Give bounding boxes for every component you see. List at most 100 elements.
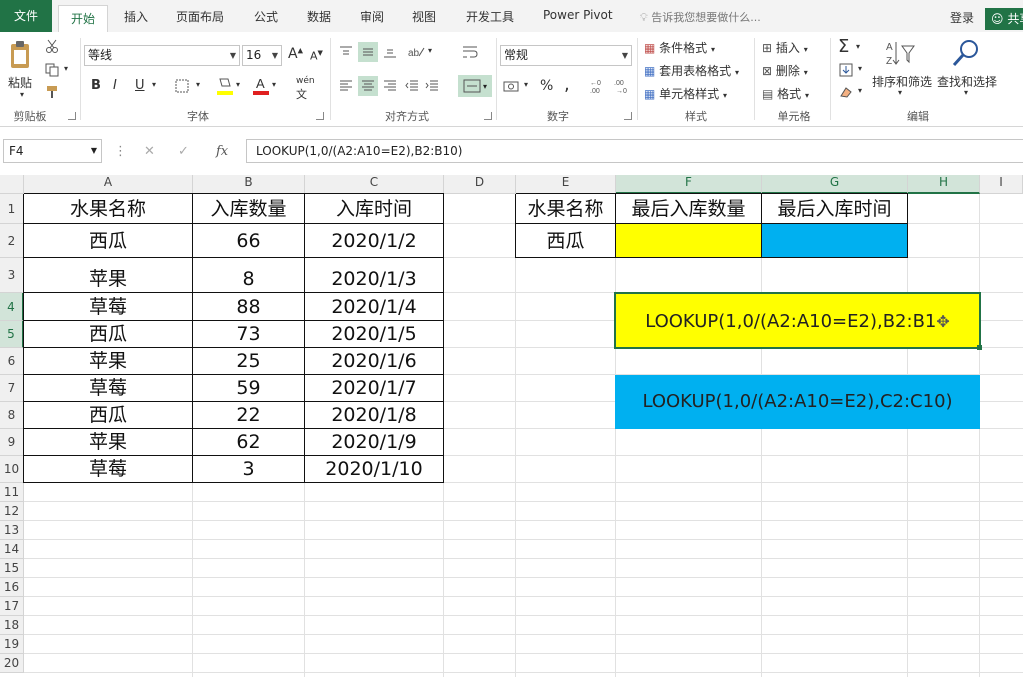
table-cell[interactable]: 25: [193, 348, 305, 375]
orientation-dropdown-icon[interactable]: ▾: [428, 46, 432, 55]
shrink-font-button[interactable]: A▼: [310, 49, 323, 63]
find-select-icon[interactable]: [950, 38, 982, 68]
fill-handle[interactable]: [977, 345, 982, 350]
row-header-10[interactable]: 10: [0, 456, 24, 483]
paste-icon[interactable]: [6, 38, 34, 72]
paste-dropdown-icon[interactable]: ▾: [20, 90, 24, 99]
row-header-20[interactable]: 20: [0, 654, 24, 673]
sort-filter-icon[interactable]: AZ: [884, 38, 916, 68]
row-header-2[interactable]: 2: [0, 224, 24, 258]
tab-developer[interactable]: 开发工具: [466, 8, 514, 25]
table-cell[interactable]: 2020/1/8: [305, 402, 444, 429]
row-header-3[interactable]: 3: [0, 258, 24, 293]
fill-color-icon[interactable]: [216, 76, 234, 96]
decrease-indent-icon[interactable]: [404, 78, 420, 94]
row-header-4[interactable]: 4: [0, 293, 24, 321]
row-header-19[interactable]: 19: [0, 635, 24, 654]
tab-page-layout[interactable]: 页面布局: [176, 8, 224, 25]
align-middle-icon[interactable]: [358, 42, 378, 62]
phonetic-button[interactable]: wén 文: [296, 76, 315, 102]
table-cell[interactable]: 草莓: [24, 375, 193, 402]
column-header-c[interactable]: C: [305, 175, 444, 194]
table-header-cell[interactable]: 入库数量: [193, 194, 305, 224]
table-cell[interactable]: 2020/1/2: [305, 224, 444, 258]
table-cell[interactable]: 2020/1/10: [305, 456, 444, 483]
row-header-14[interactable]: 14: [0, 540, 24, 559]
row-header-16[interactable]: 16: [0, 578, 24, 597]
fill-dropdown-icon[interactable]: ▾: [858, 64, 862, 73]
percent-style-button[interactable]: %: [540, 78, 553, 94]
row-header-6[interactable]: 6: [0, 348, 24, 375]
select-all-corner[interactable]: [0, 175, 24, 194]
table-cell[interactable]: 73: [193, 321, 305, 348]
column-header-a[interactable]: A: [24, 175, 193, 194]
lookup-header-cell[interactable]: 最后入库时间: [762, 194, 908, 224]
autosum-icon[interactable]: Σ: [838, 36, 849, 57]
table-cell[interactable]: 草莓: [24, 293, 193, 321]
table-header-cell[interactable]: 水果名称: [24, 194, 193, 224]
table-cell[interactable]: 2020/1/3: [305, 258, 444, 293]
table-cell[interactable]: 苹果: [24, 348, 193, 375]
row-header-11[interactable]: 11: [0, 483, 24, 502]
border-icon[interactable]: [174, 78, 190, 94]
lookup-key-cell[interactable]: 西瓜: [516, 224, 616, 258]
tab-review[interactable]: 审阅: [360, 8, 384, 25]
number-launcher-icon[interactable]: [624, 112, 632, 120]
clear-dropdown-icon[interactable]: ▾: [858, 86, 862, 95]
table-cell[interactable]: 3: [193, 456, 305, 483]
column-header-i[interactable]: I: [980, 175, 1023, 194]
row-header-7[interactable]: 7: [0, 375, 24, 402]
insert-cells-button[interactable]: ⊞ 插入 ▾: [762, 39, 808, 56]
row-header-12[interactable]: 12: [0, 502, 24, 521]
tab-view[interactable]: 视图: [412, 8, 436, 25]
align-left-icon[interactable]: [338, 78, 354, 94]
row-header-18[interactable]: 18: [0, 616, 24, 635]
font-launcher-icon[interactable]: [316, 112, 324, 120]
number-format-select[interactable]: 常规 ▼: [500, 45, 632, 66]
table-cell[interactable]: 8: [193, 258, 305, 293]
table-cell[interactable]: 草莓: [24, 456, 193, 483]
table-cell[interactable]: 88: [193, 293, 305, 321]
column-header-f[interactable]: F: [616, 175, 762, 194]
table-cell[interactable]: 62: [193, 429, 305, 456]
tab-home[interactable]: 开始: [58, 5, 108, 33]
align-bottom-icon[interactable]: [382, 44, 398, 60]
tab-file[interactable]: 文件: [0, 0, 52, 32]
italic-button[interactable]: I: [113, 78, 117, 93]
cancel-icon[interactable]: ✕: [144, 144, 155, 159]
qty-formula-textbox[interactable]: LOOKUP(1,0/(A2:A10=E2),B2:B1✥: [615, 293, 980, 348]
table-cell[interactable]: 2020/1/6: [305, 348, 444, 375]
delete-cells-button[interactable]: ⊠ 删除 ▾: [762, 62, 808, 79]
orientation-icon[interactable]: ab: [406, 42, 426, 62]
column-header-b[interactable]: B: [193, 175, 305, 194]
column-header-e[interactable]: E: [516, 175, 616, 194]
row-header-9[interactable]: 9: [0, 429, 24, 456]
increase-indent-icon[interactable]: [424, 78, 440, 94]
table-cell[interactable]: 苹果: [24, 258, 193, 293]
column-header-h[interactable]: H: [908, 175, 980, 194]
fill-color-dropdown-icon[interactable]: ▾: [236, 80, 240, 89]
more-options-icon[interactable]: ⋮: [114, 144, 127, 159]
name-box[interactable]: F4 ▼: [3, 139, 102, 163]
lookup-header-cell[interactable]: 最后入库数量: [616, 194, 762, 224]
comma-style-button[interactable]: ,: [564, 74, 570, 95]
alignment-launcher-icon[interactable]: [484, 112, 492, 120]
table-cell[interactable]: 苹果: [24, 429, 193, 456]
lookup-qty-result-cell[interactable]: [616, 224, 762, 258]
font-size-select[interactable]: 16 ▼: [242, 45, 282, 66]
accounting-dropdown-icon[interactable]: ▾: [524, 80, 528, 89]
autosum-dropdown-icon[interactable]: ▾: [856, 42, 860, 51]
row-header-1[interactable]: 1: [0, 194, 24, 224]
table-cell[interactable]: 西瓜: [24, 402, 193, 429]
format-painter-icon[interactable]: [44, 84, 60, 100]
find-select-dropdown-icon[interactable]: ▾: [964, 88, 968, 97]
tab-power-pivot[interactable]: Power Pivot: [543, 8, 613, 22]
table-cell[interactable]: 2020/1/5: [305, 321, 444, 348]
cut-icon[interactable]: [44, 38, 60, 54]
column-header-d[interactable]: D: [444, 175, 516, 194]
cell-styles-button[interactable]: ▦ 单元格样式 ▾: [644, 85, 727, 102]
tab-data[interactable]: 数据: [307, 8, 331, 25]
decrease-decimal-icon[interactable]: .00 →0: [612, 76, 632, 96]
format-as-table-button[interactable]: ▦ 套用表格格式 ▾: [644, 62, 739, 79]
fill-down-icon[interactable]: [838, 62, 854, 78]
